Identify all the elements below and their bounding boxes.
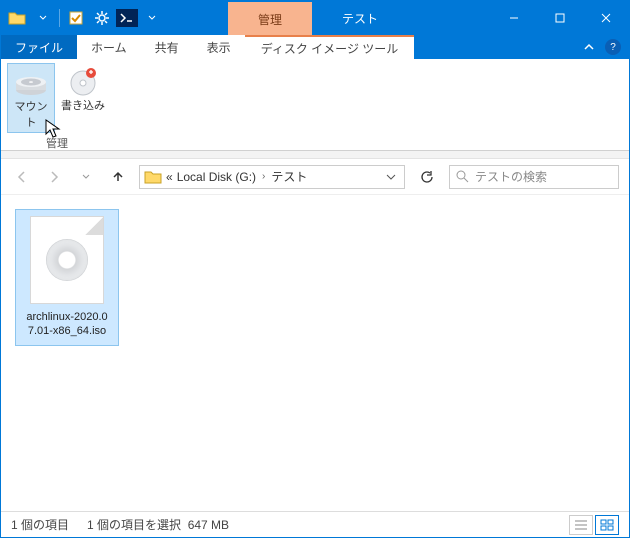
separator-strip: [1, 151, 629, 159]
nav-up-button[interactable]: [107, 166, 129, 188]
search-icon: [456, 170, 469, 183]
qat-dropdown2-icon[interactable]: [140, 6, 164, 30]
context-tab-manage[interactable]: 管理: [228, 2, 312, 35]
tab-file[interactable]: ファイル: [1, 35, 77, 59]
address-bar: « Local Disk (G:) › テスト テストの検索: [1, 159, 629, 195]
tab-home[interactable]: ホーム: [77, 35, 141, 59]
tab-share[interactable]: 共有: [141, 35, 193, 59]
nav-forward-button[interactable]: [43, 166, 65, 188]
gear-icon[interactable]: [90, 6, 114, 30]
disc-icon: [46, 239, 88, 281]
separator: [59, 9, 60, 27]
burn-label: 書き込み: [61, 97, 105, 113]
status-selection: 1 個の項目を選択 647 MB: [87, 516, 229, 533]
explorer-window: 管理 テスト ファイル ホーム 共有 表示 ディスク イメージ ツール ?: [0, 0, 630, 538]
file-thumbnail: [30, 216, 104, 304]
maximize-button[interactable]: [537, 1, 583, 35]
quick-access-toolbar: [1, 1, 168, 35]
ribbon-group-manage: マウント 書き込み 管理: [7, 63, 107, 151]
context-tab-area: 管理 テスト: [228, 1, 408, 35]
burn-button[interactable]: 書き込み: [59, 63, 107, 133]
breadcrumb-dropdown-icon[interactable]: [382, 172, 400, 182]
file-name: archlinux-2020.07.01-x86_64.iso: [22, 310, 112, 339]
breadcrumb-seg2[interactable]: テスト: [271, 168, 307, 185]
icons-view-button[interactable]: [595, 515, 619, 535]
minimize-button[interactable]: [491, 1, 537, 35]
title-bar: 管理 テスト: [1, 1, 629, 35]
file-item[interactable]: archlinux-2020.07.01-x86_64.iso: [15, 209, 119, 346]
view-toggle: [569, 515, 619, 535]
breadcrumb[interactable]: « Local Disk (G:) › テスト: [139, 165, 405, 189]
breadcrumb-prefix: «: [166, 170, 173, 184]
tab-view[interactable]: 表示: [193, 35, 245, 59]
context-tab-title: テスト: [312, 2, 408, 35]
window-controls: [491, 1, 629, 35]
search-input[interactable]: テストの検索: [449, 165, 619, 189]
folder-icon: [144, 169, 162, 185]
refresh-button[interactable]: [415, 165, 439, 189]
disc-burn-icon: [65, 65, 101, 97]
collapse-ribbon-icon[interactable]: [583, 41, 595, 53]
drive-icon: [13, 66, 49, 98]
ribbon-body: マウント 書き込み 管理: [1, 59, 629, 151]
chevron-right-icon[interactable]: ›: [260, 171, 267, 182]
ribbon-group-label: 管理: [46, 135, 68, 151]
tabs-right: ?: [583, 35, 629, 59]
nav-recent-dropdown[interactable]: [75, 166, 97, 188]
checkbox-icon[interactable]: [64, 6, 88, 30]
search-placeholder: テストの検索: [475, 168, 547, 185]
status-bar: 1 個の項目 1 個の項目を選択 647 MB: [1, 511, 629, 537]
help-icon[interactable]: ?: [605, 39, 621, 55]
nav-back-button[interactable]: [11, 166, 33, 188]
powershell-icon[interactable]: [116, 9, 138, 27]
close-button[interactable]: [583, 1, 629, 35]
tab-disc-image-tools[interactable]: ディスク イメージ ツール: [245, 35, 415, 59]
details-view-button[interactable]: [569, 515, 593, 535]
mount-label: マウント: [10, 98, 52, 130]
mount-button[interactable]: マウント: [7, 63, 55, 133]
status-item-count: 1 個の項目: [11, 516, 69, 533]
file-list[interactable]: archlinux-2020.07.01-x86_64.iso: [1, 195, 629, 511]
folder-icon[interactable]: [5, 6, 29, 30]
qat-dropdown-icon[interactable]: [31, 6, 55, 30]
breadcrumb-seg1[interactable]: Local Disk (G:): [177, 170, 256, 184]
ribbon-tabs: ファイル ホーム 共有 表示 ディスク イメージ ツール ?: [1, 35, 629, 59]
